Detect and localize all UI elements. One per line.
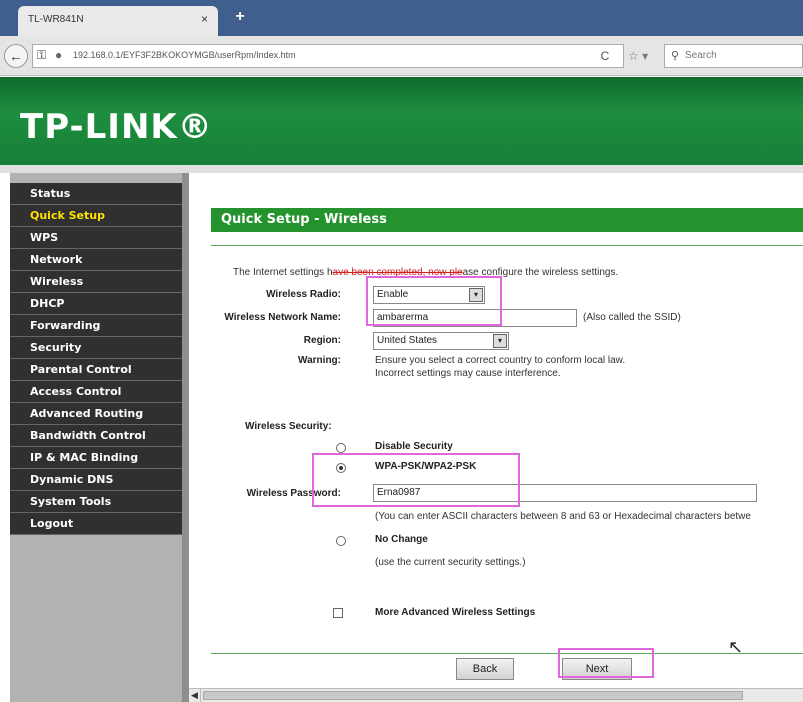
url-text: 192.168.0.1/EYF3F2BKOKOYMGB/userRpm/Inde… (73, 50, 296, 60)
ssid-label: Wireless Network Name: (224, 312, 341, 323)
reload-icon[interactable]: C (594, 44, 616, 68)
warning-label: Warning: (298, 355, 341, 366)
close-tab-icon[interactable]: × (201, 12, 208, 26)
key-icon: ⚿ (37, 48, 47, 62)
browser-tab[interactable]: TL-WR841N × (18, 6, 218, 36)
banner-divider (0, 165, 803, 173)
address-bar[interactable]: ⚿ ● 192.168.0.1/EYF3F2BKOKOYMGB/userRpm/… (32, 44, 624, 68)
radio-disable-security[interactable] (336, 443, 346, 453)
highlight-box-radio-ssid (366, 276, 502, 326)
sidebar-item-security[interactable]: Security (10, 337, 182, 359)
scrollbar-thumb[interactable] (203, 691, 743, 700)
scroll-left-arrow-icon[interactable]: ◀ (189, 689, 201, 702)
sidebar-item-parental-control[interactable]: Parental Control (10, 359, 182, 381)
search-placeholder: Search (685, 50, 717, 61)
router-banner: TP-LINK® (0, 77, 803, 165)
wireless-radio-label: Wireless Radio: (266, 289, 341, 300)
highlight-box-next (558, 648, 654, 678)
sidebar-item-dhcp[interactable]: DHCP (10, 293, 182, 315)
search-input[interactable]: ⚲ Search (664, 44, 803, 68)
main-content: Quick Setup - Wireless The Internet sett… (189, 173, 803, 702)
back-arrow-icon[interactable]: ← (4, 44, 28, 68)
sidebar: Status Quick Setup WPS Network Wireless … (10, 173, 182, 702)
chevron-down-icon[interactable]: ▾ (493, 334, 507, 348)
wireless-security-label: Wireless Security: (245, 421, 332, 432)
back-button[interactable]: Back (456, 658, 514, 680)
intro-text-a: The Internet settings h (233, 267, 333, 278)
sidebar-item-logout[interactable]: Logout (10, 513, 182, 535)
sidebar-item-system-tools[interactable]: System Tools (10, 491, 182, 513)
sidebar-item-forwarding[interactable]: Forwarding (10, 315, 182, 337)
page-title: Quick Setup - Wireless (221, 212, 387, 227)
sidebar-item-wireless[interactable]: Wireless (10, 271, 182, 293)
mouse-cursor-icon: ↖ (728, 637, 744, 657)
sidebar-item-quick-setup[interactable]: Quick Setup (10, 205, 182, 227)
warning-text-line1: Ensure you select a correct country to c… (375, 355, 626, 366)
password-hint: (You can enter ASCII characters between … (375, 511, 751, 522)
sidebar-item-dynamic-dns[interactable]: Dynamic DNS (10, 469, 182, 491)
search-icon: ⚲ (671, 50, 680, 62)
radio-no-change[interactable] (336, 536, 346, 546)
star-icon[interactable]: ☆ ▾ (628, 44, 658, 68)
no-change-label: No Change (375, 534, 428, 545)
tab-title: TL-WR841N (28, 14, 84, 25)
sidebar-item-network[interactable]: Network (10, 249, 182, 271)
page-title-bar: Quick Setup - Wireless (211, 208, 803, 232)
browser-tab-bar: TL-WR841N × + (0, 0, 803, 36)
sidebar-item-wps[interactable]: WPS (10, 227, 182, 249)
region-value: United States (377, 335, 438, 346)
sidebar-menu: Status Quick Setup WPS Network Wireless … (10, 183, 182, 535)
more-settings-checkbox[interactable] (333, 608, 343, 618)
sidebar-item-status[interactable]: Status (10, 183, 182, 205)
new-tab-button[interactable]: + (230, 8, 250, 28)
ssid-note: (Also called the SSID) (583, 312, 681, 323)
no-change-note: (use the current security settings.) (375, 557, 526, 568)
top-divider (211, 245, 803, 246)
browser-nav-bar: ← ⚿ ● 192.168.0.1/EYF3F2BKOKOYMGB/userRp… (0, 36, 803, 76)
sidebar-item-access-control[interactable]: Access Control (10, 381, 182, 403)
region-select[interactable]: United States ▾ (373, 332, 509, 350)
more-settings-label: More Advanced Wireless Settings (375, 607, 536, 618)
region-label: Region: (303, 335, 341, 346)
warning-text-line2: Incorrect settings may cause interferenc… (375, 368, 561, 379)
bottom-divider (211, 653, 803, 654)
disable-security-label: Disable Security (375, 441, 453, 452)
sidebar-item-advanced-routing[interactable]: Advanced Routing (10, 403, 182, 425)
lock-icon: ● (55, 48, 63, 62)
sidebar-item-ip-mac-binding[interactable]: IP & MAC Binding (10, 447, 182, 469)
tp-link-logo: TP-LINK® (20, 107, 213, 147)
sidebar-divider (182, 173, 189, 702)
horizontal-scrollbar[interactable]: ◀ (189, 688, 803, 702)
sidebar-item-bandwidth-control[interactable]: Bandwidth Control (10, 425, 182, 447)
highlight-box-security (312, 453, 520, 507)
